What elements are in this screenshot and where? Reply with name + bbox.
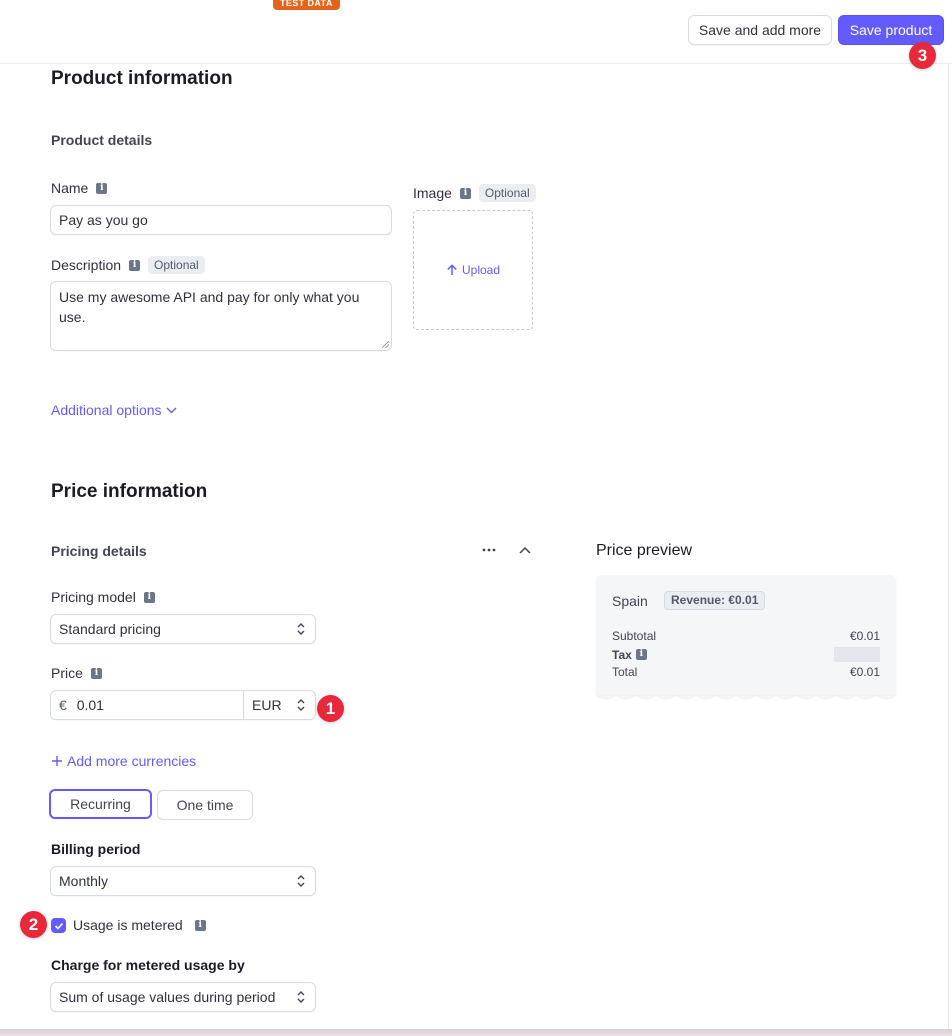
price-information-heading: Price information: [51, 481, 208, 502]
step-marker-1: 1: [317, 695, 344, 722]
pricing-model-value: Standard pricing: [59, 621, 161, 637]
top-bar: TEST DATA Save and add more Save product: [0, 0, 952, 64]
checkmark-icon: [54, 922, 63, 930]
usage-metered-text: Usage is metered: [73, 917, 183, 933]
save-product-button[interactable]: Save product: [838, 15, 944, 45]
tax-label: Tax: [612, 647, 632, 662]
page-bottom-border: [0, 1029, 952, 1036]
step-marker-2: 2: [20, 911, 47, 938]
pricing-details-heading: Pricing details: [51, 543, 147, 559]
usage-metered-label: Usage is metered i: [73, 917, 206, 933]
total-row: Total €0.01: [612, 665, 880, 679]
test-data-badge: TEST DATA: [273, 0, 340, 10]
charge-metered-value: Sum of usage values during period: [59, 989, 276, 1005]
upload-label: Upload: [461, 263, 501, 277]
info-icon[interactable]: i: [129, 259, 141, 271]
revenue-badge: Revenue: €0.01: [664, 591, 766, 610]
select-arrows-icon: [297, 875, 305, 887]
name-label: Name i: [51, 180, 108, 196]
charge-metered-label-text: Charge for metered usage by: [51, 957, 245, 973]
optional-badge: Optional: [478, 184, 536, 202]
resize-handle-icon[interactable]: [382, 341, 389, 348]
usage-metered-checkbox[interactable]: [51, 918, 66, 933]
product-details-heading: Product details: [51, 132, 153, 148]
ellipsis-icon: [482, 548, 496, 552]
charge-metered-select[interactable]: Sum of usage values during period: [50, 982, 316, 1012]
tax-row: Tax i: [612, 647, 880, 662]
price-input[interactable]: € 0.01: [50, 690, 244, 720]
select-arrows-icon: [297, 699, 305, 711]
add-more-currencies-text: Add more currencies: [67, 753, 197, 769]
billing-period-value: Monthly: [59, 873, 109, 889]
billing-period-select[interactable]: Monthly: [50, 866, 316, 896]
receipt-wave-edge: [596, 695, 896, 700]
additional-options-link[interactable]: Additional options: [51, 402, 177, 418]
info-icon[interactable]: i: [635, 649, 647, 660]
price-preview-card: Spain Revenue: €0.01 Subtotal €0.01 Tax …: [596, 575, 896, 695]
more-options-button[interactable]: [482, 543, 496, 562]
charge-metered-label: Charge for metered usage by: [51, 957, 245, 973]
info-icon[interactable]: i: [96, 182, 108, 194]
info-icon[interactable]: i: [459, 187, 471, 199]
name-label-text: Name: [51, 180, 89, 196]
image-upload-dropzone[interactable]: Upload: [413, 210, 533, 330]
pricing-model-label-text: Pricing model: [51, 589, 136, 605]
chevron-down-icon: [166, 407, 177, 414]
product-information-heading: Product information: [51, 68, 233, 89]
price-label: Price i: [51, 665, 102, 681]
additional-options-text: Additional options: [51, 402, 162, 418]
image-label: Image i Optional: [413, 184, 536, 202]
description-label: Description i Optional: [51, 256, 205, 274]
chevron-up-icon: [519, 546, 531, 554]
select-arrows-icon: [297, 991, 305, 1003]
recurring-toggle[interactable]: Recurring: [49, 789, 152, 819]
optional-badge: Optional: [148, 256, 205, 274]
total-value: €0.01: [849, 665, 880, 679]
collapse-button[interactable]: [518, 543, 532, 562]
step-marker-3: 3: [909, 42, 936, 69]
subtotal-value: €0.01: [849, 629, 880, 643]
currency-symbol: €: [59, 697, 67, 713]
info-icon[interactable]: i: [143, 591, 155, 603]
image-label-text: Image: [413, 185, 452, 201]
total-label: Total: [612, 665, 638, 679]
price-value: 0.01: [76, 697, 104, 713]
description-label-text: Description: [51, 257, 122, 273]
tax-value-placeholder: [834, 647, 880, 662]
info-icon[interactable]: i: [194, 919, 206, 931]
plus-icon: [52, 756, 62, 766]
currency-value: EUR: [252, 697, 282, 713]
description-textarea[interactable]: Use my awesome API and pay for only what…: [50, 281, 392, 351]
add-more-currencies-link[interactable]: Add more currencies: [51, 753, 196, 769]
billing-period-label: Billing period: [51, 841, 140, 857]
page-right-border: [948, 63, 949, 1029]
pricing-model-select[interactable]: Standard pricing: [50, 614, 316, 644]
subtotal-label: Subtotal: [612, 629, 657, 643]
name-input[interactable]: Pay as you go: [50, 205, 392, 235]
subtotal-row: Subtotal €0.01: [612, 629, 880, 643]
preview-country: Spain: [612, 593, 648, 609]
one-time-toggle[interactable]: One time: [157, 790, 253, 820]
tax-label-group: Tax i: [612, 648, 647, 662]
arrow-up-icon: [447, 264, 457, 275]
price-label-text: Price: [51, 665, 83, 681]
description-text: Use my awesome API and pay for only what…: [59, 289, 360, 325]
price-preview-heading: Price preview: [596, 542, 693, 559]
save-and-add-more-button[interactable]: Save and add more: [688, 15, 832, 45]
info-icon[interactable]: i: [90, 667, 102, 679]
pricing-model-label: Pricing model i: [51, 589, 155, 605]
select-arrows-icon: [297, 623, 305, 635]
billing-period-label-text: Billing period: [51, 841, 141, 857]
currency-select[interactable]: EUR: [243, 690, 316, 720]
